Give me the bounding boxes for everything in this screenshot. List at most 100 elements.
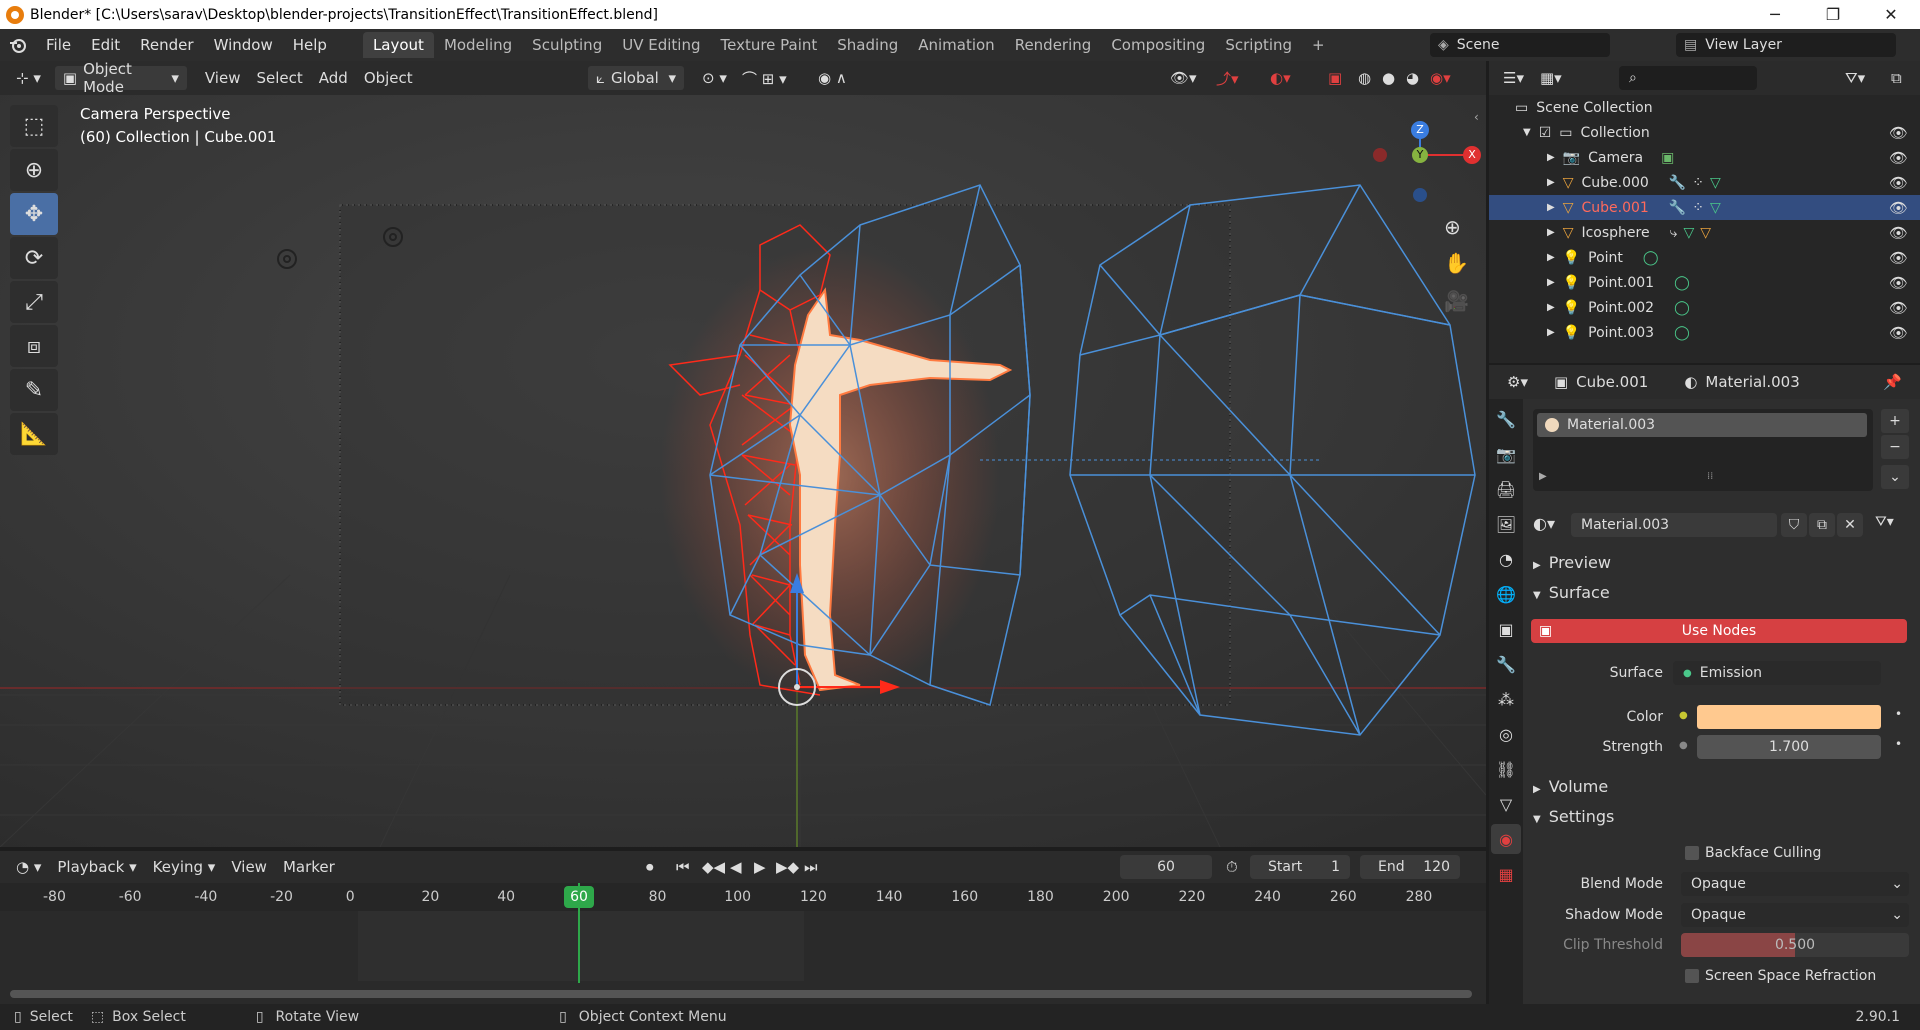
tab-shading[interactable]: Shading: [827, 32, 908, 58]
keying-menu[interactable]: Keying ▾: [145, 855, 224, 879]
move-tool-icon[interactable]: ✥: [10, 193, 58, 235]
keyframe-dot-icon[interactable]: •: [1895, 707, 1902, 721]
display-mode-icon[interactable]: ▦▾: [1532, 66, 1570, 90]
scene-tab-icon[interactable]: ◔: [1491, 544, 1521, 574]
maximize-button[interactable]: ❐: [1804, 0, 1862, 29]
shadow-mode-dropdown[interactable]: Opaque ⌄: [1681, 903, 1909, 927]
eye-icon[interactable]: 👁: [1889, 249, 1908, 267]
object-tab-icon[interactable]: ▣: [1491, 614, 1521, 644]
expand-arrow-icon[interactable]: ▶: [1547, 277, 1555, 288]
add-menu[interactable]: Add: [311, 66, 356, 90]
tool-tab-icon[interactable]: 🔧: [1491, 404, 1521, 434]
new-collection-icon[interactable]: ⧉: [1883, 66, 1910, 90]
backface-culling-checkbox[interactable]: Backface Culling: [1685, 845, 1821, 861]
outliner-row-collection[interactable]: ▼ ☑ ▭ Collection 👁: [1489, 120, 1920, 145]
camera-view-icon[interactable]: 🎥: [1444, 289, 1469, 313]
timeline-editor-type-icon[interactable]: ◔ ▾: [8, 855, 49, 879]
modifier-tab-icon[interactable]: 🔧: [1491, 649, 1521, 679]
material-slot-item[interactable]: Material.003: [1537, 413, 1867, 437]
collapse-arrow-icon[interactable]: ‹: [1474, 110, 1479, 124]
menu-edit[interactable]: Edit: [81, 36, 130, 54]
outliner-editor-type-icon[interactable]: ☰▾: [1495, 66, 1532, 90]
add-slot-button[interactable]: +: [1881, 409, 1909, 433]
pivot-point-icon[interactable]: ⊙ ▾: [694, 66, 735, 90]
surface-shader-dropdown[interactable]: ● Emission: [1673, 661, 1881, 685]
material-datablock-field[interactable]: Material.003: [1571, 513, 1777, 537]
editor-type-icon[interactable]: ⊹ ▾: [8, 66, 49, 90]
timeline-scrollbar[interactable]: [10, 990, 1472, 998]
minimize-button[interactable]: ─: [1746, 0, 1804, 29]
menu-file[interactable]: File: [36, 36, 81, 54]
snap-icon[interactable]: ⌒ ⊞ ▾: [734, 66, 795, 90]
tab-layout[interactable]: Layout: [362, 32, 434, 58]
zoom-icon[interactable]: ⊕: [1444, 215, 1461, 239]
eye-icon[interactable]: 👁: [1889, 324, 1908, 342]
tab-animation[interactable]: Animation: [908, 32, 1004, 58]
eye-icon[interactable]: 👁: [1889, 124, 1908, 142]
eye-icon[interactable]: 👁: [1889, 299, 1908, 317]
start-frame-field[interactable]: Start 1: [1250, 855, 1350, 879]
annotate-tool-icon[interactable]: ✎: [10, 369, 58, 411]
keyframe-dot-icon[interactable]: •: [1895, 737, 1902, 751]
tab-scripting[interactable]: Scripting: [1215, 32, 1302, 58]
data-tab-icon[interactable]: ▽: [1491, 789, 1521, 819]
expand-arrow-icon[interactable]: ▶: [1547, 227, 1555, 238]
outliner-row-point[interactable]: ▶ 💡 Point ◯ 👁: [1489, 245, 1920, 270]
strength-slider[interactable]: 1.700: [1697, 735, 1881, 759]
expand-arrow-icon[interactable]: ▶: [1547, 152, 1555, 163]
outliner-row-point-002[interactable]: ▶ 💡 Point.002 ◯ 👁: [1489, 295, 1920, 320]
outliner-row-icosphere[interactable]: ▶ ▽ Icosphere ⤷ ▽ ▽ 👁: [1489, 220, 1920, 245]
add-workspace-button[interactable]: +: [1302, 32, 1335, 58]
select-box-tool-icon[interactable]: ⬚: [10, 105, 58, 147]
view-layer-tab-icon[interactable]: 🖼: [1491, 509, 1521, 539]
material-breadcrumb[interactable]: ◐ Material.003: [1676, 370, 1807, 394]
remove-slot-button[interactable]: −: [1881, 435, 1909, 459]
volume-panel-header[interactable]: ▶ Volume: [1533, 777, 1608, 796]
eye-icon[interactable]: 👁: [1889, 224, 1908, 242]
tab-rendering[interactable]: Rendering: [1005, 32, 1102, 58]
select-menu[interactable]: Select: [248, 66, 310, 90]
cursor-tool-icon[interactable]: ⊕: [10, 149, 58, 191]
outliner-row-point-001[interactable]: ▶ 💡 Point.001 ◯ 👁: [1489, 270, 1920, 295]
timeline-ruler[interactable]: -80 -60 -40 -20 0 20 40 60 80 100 120 140 160 180 200 2…: [0, 883, 1486, 911]
duplicate-material-icon[interactable]: ⧉: [1809, 513, 1835, 537]
playhead-frame-badge[interactable]: 60: [564, 886, 594, 908]
gizmo-toggle-icon[interactable]: ⤴▾: [1208, 66, 1247, 90]
scale-tool-icon[interactable]: ⤢: [10, 281, 58, 323]
constraints-tab-icon[interactable]: ⛓: [1491, 754, 1521, 784]
playback-menu[interactable]: Playback ▾: [49, 855, 144, 879]
world-tab-icon[interactable]: 🌐: [1491, 579, 1521, 609]
menu-render[interactable]: Render: [130, 36, 203, 54]
3d-viewport[interactable]: Camera Perspective (60) Collection | Cub…: [0, 95, 1486, 847]
ssr-checkbox[interactable]: Screen Space Refraction: [1685, 968, 1876, 984]
outliner-row-cube-000[interactable]: ▶ ▽ Cube.000 🔧 ⁘ ▽ 👁: [1489, 170, 1920, 195]
record-icon[interactable]: ⏺: [638, 855, 662, 879]
proportional-edit-icon[interactable]: ◉ ∧: [810, 66, 855, 90]
surface-panel-header[interactable]: ▼ Surface: [1533, 583, 1610, 602]
menu-window[interactable]: Window: [204, 36, 283, 54]
object-breadcrumb[interactable]: ▣ Cube.001: [1546, 370, 1656, 394]
resize-handle-icon[interactable]: ⁞⁞: [1707, 471, 1713, 482]
expand-arrow-icon[interactable]: ▶: [1547, 327, 1555, 338]
jump-end-icon[interactable]: ⏭: [796, 855, 826, 879]
xray-toggle-icon[interactable]: ▣: [1320, 66, 1350, 90]
expand-arrow-icon[interactable]: ▶: [1547, 202, 1555, 213]
end-frame-field[interactable]: End 120: [1360, 855, 1460, 879]
blend-mode-dropdown[interactable]: Opaque ⌄: [1681, 872, 1909, 896]
outliner-row-point-003[interactable]: ▶ 💡 Point.003 ◯ 👁: [1489, 320, 1920, 345]
tab-modeling[interactable]: Modeling: [434, 32, 522, 58]
eye-icon[interactable]: 👁: [1889, 199, 1908, 217]
eye-icon[interactable]: 👁: [1889, 274, 1908, 292]
eye-icon[interactable]: 👁: [1889, 174, 1908, 192]
outliner-row-cube-001[interactable]: ▶ ▽ Cube.001 🔧 ⁘ ▽ 👁: [1489, 195, 1920, 220]
pan-hand-icon[interactable]: ✋: [1444, 251, 1469, 275]
output-tab-icon[interactable]: 🖨: [1491, 474, 1521, 504]
use-nodes-button[interactable]: ▣ Use Nodes: [1531, 619, 1907, 643]
outliner-row-camera[interactable]: ▶ 📷 Camera ▣ 👁: [1489, 145, 1920, 170]
overlay-toggle-icon[interactable]: ◐▾: [1262, 66, 1299, 90]
material-tab-icon[interactable]: ◉: [1491, 824, 1521, 854]
tab-texture-paint[interactable]: Texture Paint: [710, 32, 827, 58]
properties-editor-type-icon[interactable]: ⚙▾: [1499, 370, 1536, 394]
browse-material-icon[interactable]: ◐▾: [1533, 514, 1555, 533]
transform-orientation-dropdown[interactable]: ⟀ Global ▾: [588, 66, 684, 90]
